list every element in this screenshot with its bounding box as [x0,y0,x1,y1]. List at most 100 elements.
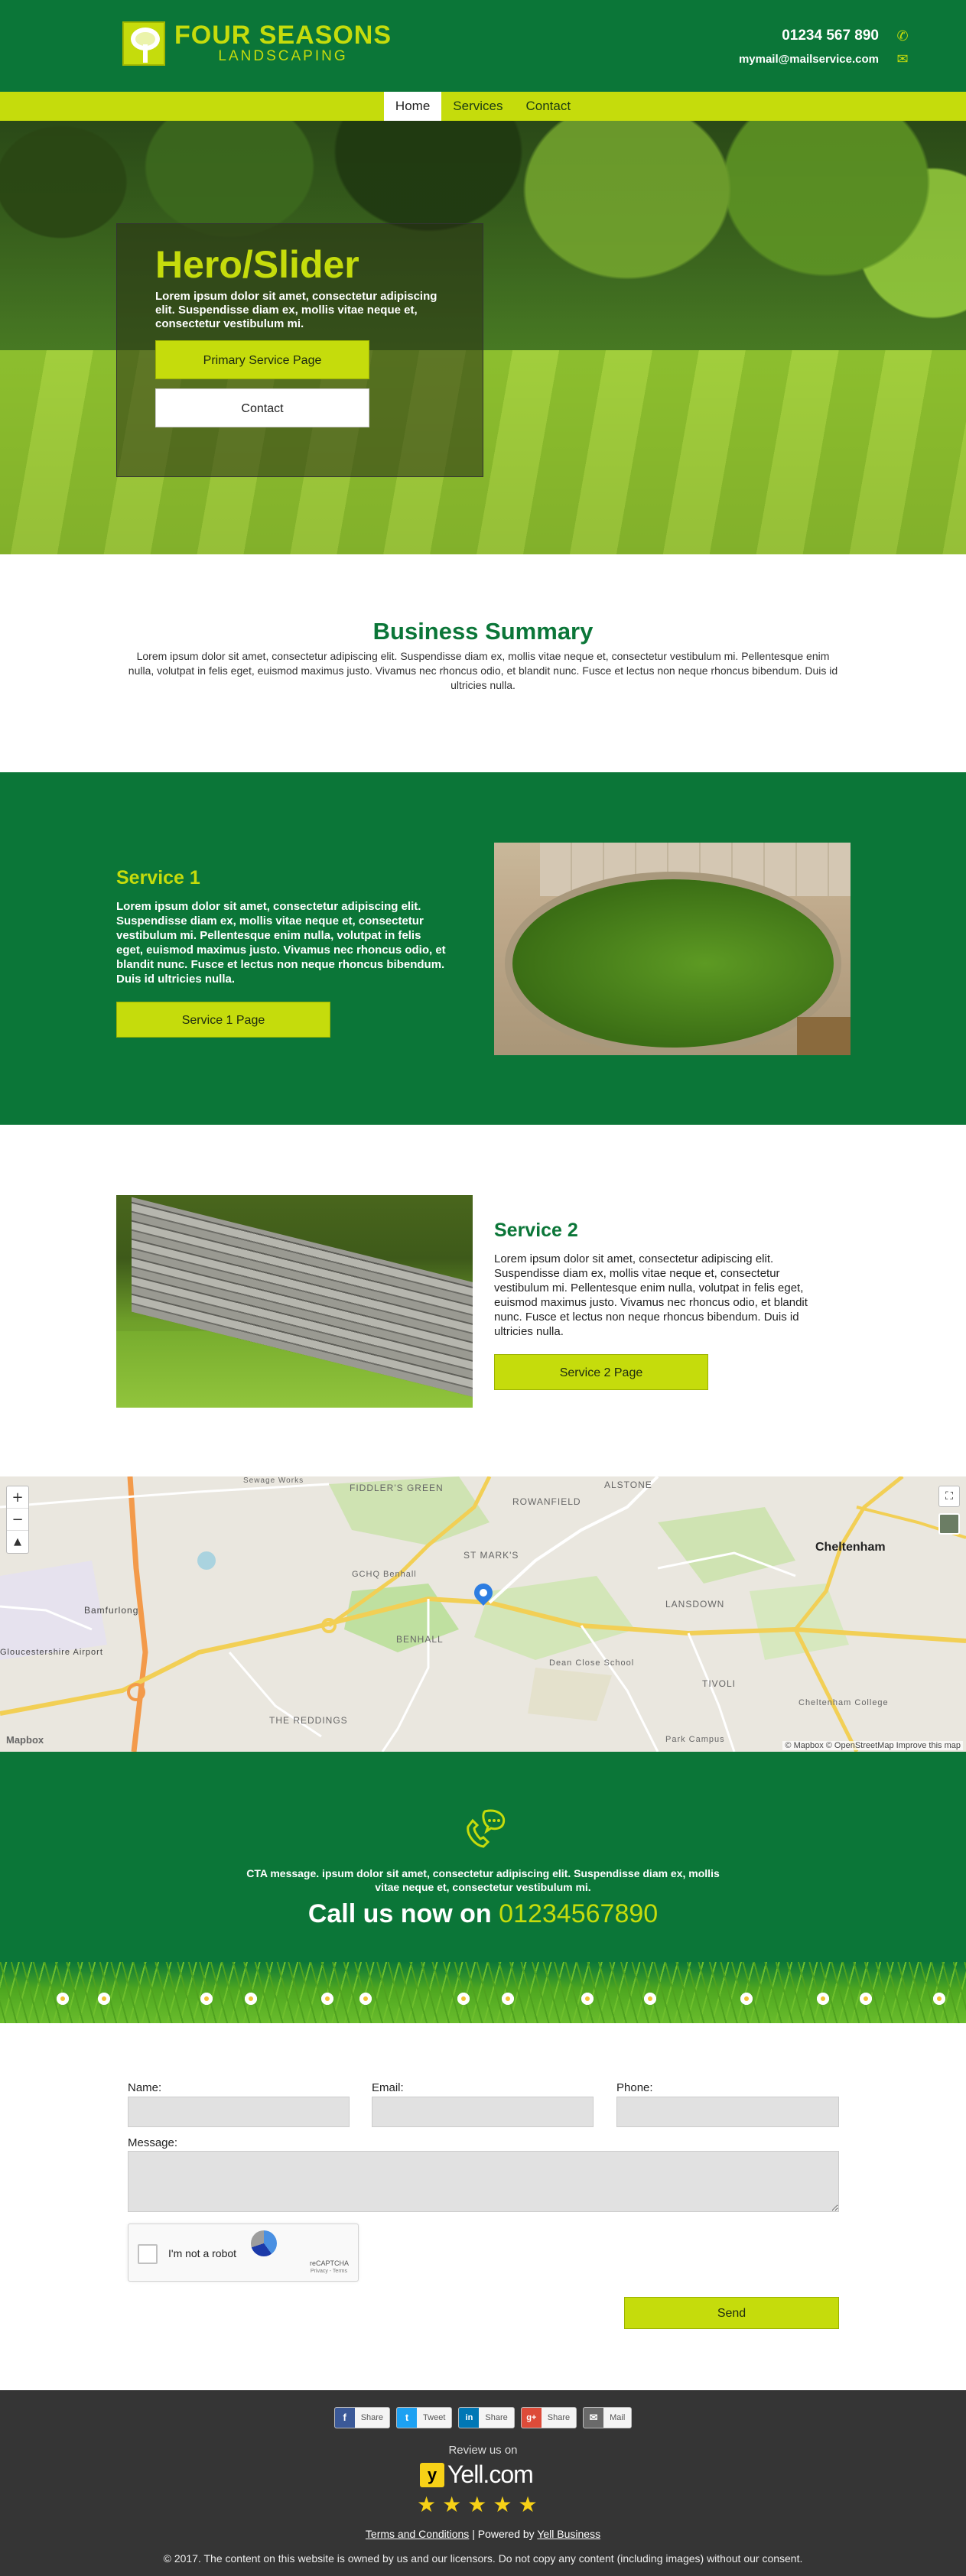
googleplus-share-button[interactable]: g+ Share [520,2407,577,2428]
terms-link[interactable]: Terms and Conditions [366,2528,469,2540]
mapbox-logo[interactable]: Mapbox [6,1734,44,1746]
name-label: Name: [128,2081,162,2094]
footer-links: Terms and Conditions | Powered by Yell B… [0,2528,966,2540]
map-label: FIDDLER'S GREEN [350,1483,444,1493]
recaptcha-checkbox[interactable] [138,2244,158,2264]
hero-section: Hero/Slider Lorem ipsum dolor sit amet, … [0,121,966,554]
fullscreen-icon[interactable]: ⛶ [938,1486,960,1507]
mail-icon: ✉ [584,2408,604,2428]
recaptcha-brand: reCAPTCHA [309,2259,349,2267]
twitter-share-button[interactable]: t Tweet [396,2407,453,2428]
cta-call-prefix: Call us now on [307,1899,492,1928]
service-2-button[interactable]: Service 2 Page [494,1354,708,1390]
map-label: GCHQ Benhall [352,1570,417,1579]
map-label: Bamfurlong [84,1605,139,1616]
review-stars[interactable]: ★ ★ ★ ★ ★ [417,2494,538,2516]
cta-call-line: Call us now on 01234567890 [0,1897,966,1931]
nav-item-contact[interactable]: Contact [514,92,582,121]
service-1-image [494,843,851,1055]
email-field[interactable] [372,2097,594,2127]
map-attribution[interactable]: © Mapbox © OpenStreetMap Improve this ma… [782,1741,963,1750]
map-canvas[interactable] [0,1476,966,1752]
googleplus-icon: g+ [521,2408,542,2428]
map-label: TIVOLI [702,1678,737,1689]
hero-title: Hero/Slider [155,243,359,286]
linkedin-share-button[interactable]: in Share [458,2407,515,2428]
facebook-share-button[interactable]: f Share [333,2407,391,2428]
powered-by-text: | Powered by [472,2528,535,2540]
message-field[interactable] [128,2151,839,2212]
phone-field[interactable] [616,2097,839,2127]
cta-section: CTA message. ipsum dolor sit amet, conse… [0,1752,966,2023]
map-zoom-controls: + − ▲ [6,1486,29,1554]
map-label: LANSDOWN [665,1599,725,1610]
star-icon[interactable]: ★ [442,2494,461,2516]
star-icon[interactable]: ★ [493,2494,512,2516]
hero-contact-button[interactable]: Contact [155,388,369,427]
envelope-icon: ✉ [896,50,909,67]
nav-item-home[interactable]: Home [383,92,442,121]
phone-icon: ✆ [896,28,909,44]
zoom-in-button[interactable]: + [7,1486,28,1509]
message-label: Message: [128,2136,178,2149]
hero-overlay-box: Hero/Slider Lorem ipsum dolor sit amet, … [116,223,483,477]
compass-button[interactable]: ▲ [7,1531,28,1553]
service-1-text: Lorem ipsum dolor sit amet, consectetur … [116,900,446,986]
name-field[interactable] [128,2097,350,2127]
header-phone[interactable]: 01234 567 890 [782,28,879,44]
tree-logo-icon [122,21,165,66]
yell-wordmark: Yell.com [447,2461,534,2488]
location-map[interactable]: + − ▲ ⛶ FIDDLER'S GREEN ROWANFIELD ALSTO… [0,1476,966,1752]
recaptcha-icon [251,2230,277,2256]
map-label: Gloucestershire Airport [0,1648,103,1657]
recaptcha-terms[interactable]: Privacy - Terms [311,2269,347,2274]
service-2-text: Lorem ipsum dolor sit amet, consectetur … [494,1252,808,1338]
map-label: Park Campus [665,1735,725,1744]
service-1-button[interactable]: Service 1 Page [116,1002,330,1038]
summary-title: Business Summary [372,618,594,645]
star-icon[interactable]: ★ [417,2494,436,2516]
copyright-text: © 2017. The content on this website is o… [163,2552,803,2565]
mail-share-button[interactable]: ✉ Mail [583,2407,633,2428]
business-summary-section: Business Summary Lorem ipsum dolor sit a… [0,554,966,772]
service-1-section: Service 1 Lorem ipsum dolor sit amet, co… [0,772,966,1125]
zoom-out-button[interactable]: − [7,1509,28,1531]
map-label: THE REDDINGS [269,1715,348,1726]
review-label: Review us on [448,2444,518,2457]
facebook-icon: f [334,2408,355,2428]
yell-logo[interactable]: y Yell.com [420,2461,534,2489]
recaptcha-label: I'm not a robot [168,2247,237,2259]
cta-call-number[interactable]: 01234567890 [499,1899,658,1928]
map-label: BENHALL [396,1634,444,1645]
email-label: Email: [372,2081,404,2094]
service-2-image [116,1195,473,1408]
logo-subtitle: LANDSCAPING [218,48,348,64]
service-2-title: Service 2 [494,1220,578,1241]
social-share-bar: f Share t Tweet in Share g+ Share ✉ Mail [0,2407,966,2428]
nav-item-services[interactable]: Services [441,92,514,121]
yell-business-link[interactable]: Yell Business [537,2528,600,2540]
logo-title: FOUR SEASONS [174,21,392,50]
daisy-decoration [0,1993,966,2011]
header-contact: 01234 567 890 ✆ mymail@mailservice.com ✉ [739,24,911,70]
map-layer-toggle[interactable] [938,1513,960,1535]
send-button[interactable]: Send [624,2297,839,2329]
map-city-label: Cheltenham [815,1541,886,1554]
service-2-section: Service 2 Lorem ipsum dolor sit amet, co… [0,1125,966,1476]
map-label: ST MARK'S [463,1550,519,1561]
map-label: ROWANFIELD [512,1496,581,1507]
site-logo[interactable]: FOUR SEASONS LANDSCAPING [122,21,392,66]
recaptcha-widget: I'm not a robot reCAPTCHA Privacy - Term… [128,2224,359,2282]
star-icon[interactable]: ★ [467,2494,486,2516]
star-icon[interactable]: ★ [518,2494,537,2516]
phone-chat-icon [467,1809,506,1848]
site-header: FOUR SEASONS LANDSCAPING 01234 567 890 ✆… [0,0,966,92]
map-label: Dean Close School [549,1658,635,1668]
cta-message: CTA message. ipsum dolor sit amet, conse… [246,1867,720,1893]
header-email[interactable]: mymail@mailservice.com [739,53,879,66]
main-nav: Home Services Contact [0,92,966,121]
contact-form: Name: Email: Phone: Message: I'm not a r… [0,2023,966,2390]
phone-label: Phone: [616,2081,653,2094]
primary-service-button[interactable]: Primary Service Page [155,340,369,379]
map-label: ALSTONE [604,1480,652,1490]
